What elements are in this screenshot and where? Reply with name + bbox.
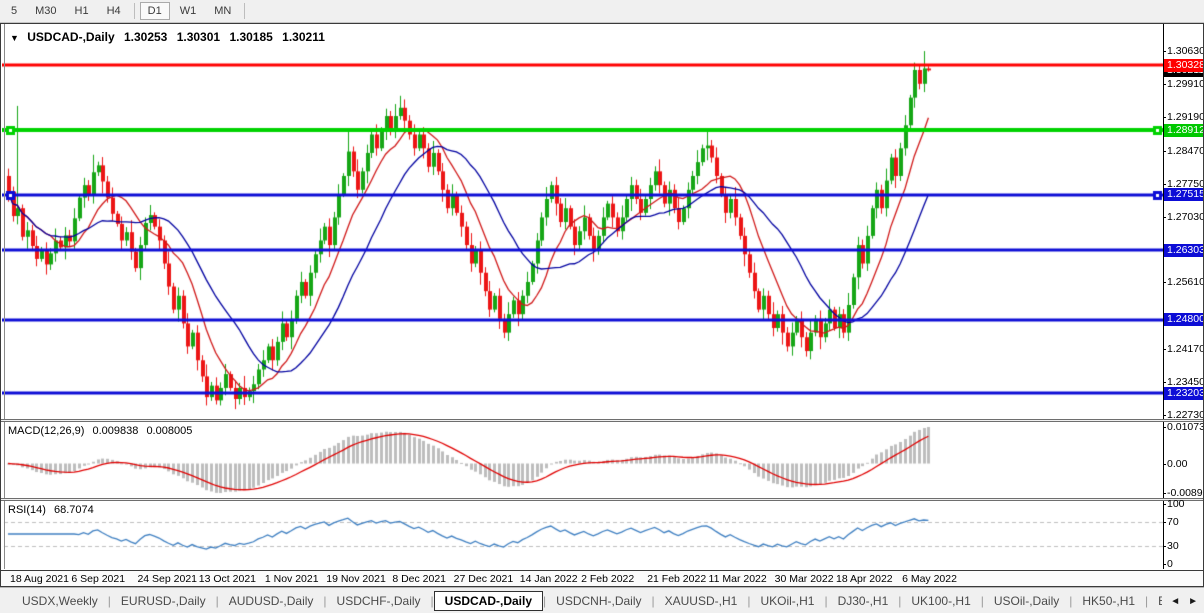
level-price-badge: 1.23203 [1164, 387, 1204, 400]
chart-window: ▼ USDCAD-,Daily 1.30253 1.30301 1.30185 … [0, 23, 1204, 587]
macd-name: MACD(12,26,9) [8, 425, 84, 437]
symbol-tab-usdx-weekly[interactable]: USDX,Weekly [12, 591, 108, 611]
time-axis-label: 30 Mar 2022 [775, 573, 834, 585]
timeframe-mn[interactable]: MN [206, 2, 239, 20]
rsi-axis-tick: 30 [1167, 540, 1179, 552]
symbol-tab-hk50-h1[interactable]: HK50-,H1 [1072, 591, 1145, 611]
time-axis-label: 8 Dec 2021 [392, 573, 446, 585]
timeframe-w1[interactable]: W1 [172, 2, 205, 20]
time-axis-label: 6 May 2022 [902, 573, 957, 585]
macd-indicator-label: MACD(12,26,9) 0.009838 0.008005 [8, 425, 197, 437]
timeframe-d1[interactable]: D1 [140, 2, 170, 20]
macd-signal-value: 0.008005 [146, 425, 192, 437]
rsi-panel-divider[interactable] [1, 498, 1204, 501]
price-axis-tick: 1.24170 [1167, 343, 1204, 355]
symbol-tab-audusd-daily[interactable]: AUDUSD-,Daily [219, 591, 324, 611]
terminal-window: 5M30H1H4 D1W1MN ▼ USDCAD-,Daily 1.30253 1… [0, 0, 1204, 613]
time-axis-label: 24 Sep 2021 [137, 573, 197, 585]
symbol-tab-list: USDX,Weekly|EURUSD-,Daily|AUDUSD-,Daily|… [0, 591, 1185, 611]
frame-inner-edge [4, 24, 5, 569]
time-axis-label: 6 Sep 2021 [71, 573, 125, 585]
chart-title: ▼ USDCAD-,Daily 1.30253 1.30301 1.30185 … [10, 30, 325, 44]
timeframe-5[interactable]: 5 [3, 2, 25, 20]
tab-scroll-arrows: ◄ ► [1162, 588, 1202, 613]
timeframe-m30[interactable]: M30 [27, 2, 64, 20]
timeframe-h1[interactable]: H1 [67, 2, 97, 20]
level-price-badge: 1.24800 [1164, 313, 1204, 326]
ohlc-high: 1.30301 [177, 30, 220, 44]
macd-axis-tick: 0.010733 [1167, 421, 1204, 433]
rsi-axis-tick: 70 [1167, 516, 1179, 528]
symbol-tab-ukoil-h1[interactable]: UKOil-,H1 [750, 591, 824, 611]
time-axis-label: 1 Nov 2021 [265, 573, 319, 585]
time-axis-label: 27 Dec 2021 [454, 573, 514, 585]
price-axis-tick: 1.27030 [1167, 211, 1204, 223]
level-price-badge: 1.26303 [1164, 244, 1204, 257]
toolbar-separator [134, 3, 135, 19]
price-axis-tick: 1.29910 [1167, 78, 1204, 90]
price-axis-tick: 1.25610 [1167, 276, 1204, 288]
rsi-value: 68.7074 [54, 504, 94, 516]
time-axis-label: 2 Feb 2022 [581, 573, 634, 585]
tab-scroll-left-icon[interactable]: ◄ [1166, 594, 1184, 609]
time-axis-label: 19 Nov 2021 [326, 573, 386, 585]
timeframe-toolbar: 5M30H1H4 D1W1MN [0, 0, 1204, 23]
macd-main-value: 0.009838 [92, 425, 138, 437]
ohlc-close: 1.30211 [282, 30, 325, 44]
price-scale-border [1163, 24, 1164, 569]
toolbar-separator [244, 3, 245, 19]
rsi-indicator-label: RSI(14) 68.7074 [8, 504, 99, 516]
symbol-tab-uk100-h1[interactable]: UK100-,H1 [901, 591, 980, 611]
level-price-badge: 1.27515 [1164, 188, 1204, 201]
symbol-tab-usdchf-daily[interactable]: USDCHF-,Daily [327, 591, 431, 611]
support-price-badge: 1.28912 [1164, 124, 1204, 137]
rsi-name: RSI(14) [8, 504, 46, 516]
price-axis-tick: 1.22730 [1167, 409, 1204, 421]
rsi-axis-tick: 0 [1167, 558, 1173, 570]
tab-scroll-right-icon[interactable]: ► [1184, 594, 1202, 609]
time-axis[interactable]: 18 Aug 20216 Sep 2021 24 Sep 202113 Oct 2… [1, 570, 1204, 587]
chart-symbol-label: USDCAD-,Daily [27, 30, 114, 44]
symbol-tab-usdcad-daily[interactable]: USDCAD-,Daily [434, 591, 543, 611]
symbol-tab-xauusd-h1[interactable]: XAUUSD-,H1 [655, 591, 748, 611]
time-axis-label: 21 Feb 2022 [647, 573, 706, 585]
resistance-price-badge: 1.30328 [1164, 59, 1204, 72]
chart-menu-icon[interactable]: ▼ [10, 33, 19, 43]
timeframe-h4[interactable]: H4 [99, 2, 129, 20]
time-axis-label: 11 Mar 2022 [709, 573, 767, 585]
time-axis-label: 18 Aug 2021 [10, 573, 69, 585]
symbol-tab-usoil-daily[interactable]: USOil-,Daily [984, 591, 1069, 611]
price-axis-tick: 1.29190 [1167, 111, 1204, 123]
macd-axis-tick: 0.00 [1167, 458, 1187, 470]
rsi-panel-canvas[interactable] [2, 501, 1163, 569]
ohlc-open: 1.30253 [124, 30, 167, 44]
rsi-axis-tick: 100 [1167, 498, 1185, 510]
time-axis-label: 13 Oct 2021 [199, 573, 256, 585]
symbol-tab-usdcnh-daily[interactable]: USDCNH-,Daily [546, 591, 651, 611]
macd-panel-divider[interactable] [1, 419, 1204, 422]
price-chart-canvas[interactable] [2, 25, 1163, 419]
price-axis-tick: 1.30630 [1167, 45, 1204, 57]
symbol-tab-bar: USDX,Weekly|EURUSD-,Daily|AUDUSD-,Daily|… [0, 587, 1204, 613]
symbol-tab-dj30-h1[interactable]: DJ30-,H1 [828, 591, 899, 611]
ohlc-low: 1.30185 [229, 30, 272, 44]
price-axis-tick: 1.28470 [1167, 145, 1204, 157]
time-axis-label: 14 Jan 2022 [520, 573, 578, 585]
symbol-tab-eurusd-daily[interactable]: EURUSD-,Daily [111, 591, 216, 611]
time-axis-label: 18 Apr 2022 [836, 573, 893, 585]
